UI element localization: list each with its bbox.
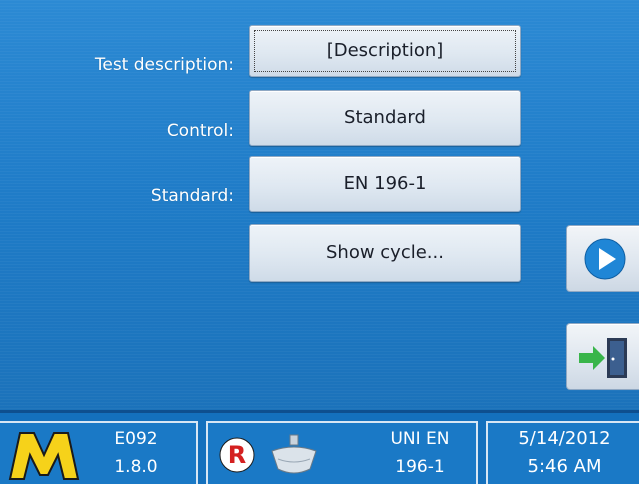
mode-badge: R [227, 441, 247, 469]
main-screen: Test description: [Description] Control:… [0, 0, 639, 484]
date-text: 5/14/2012 [518, 428, 611, 449]
control-button[interactable]: Standard [249, 90, 521, 146]
exit-button[interactable] [566, 323, 639, 390]
version-text: 1.8.0 [114, 457, 158, 477]
test-description-label: Test description: [94, 55, 234, 75]
standard-label: Standard: [150, 186, 234, 206]
device-info-panel: E092 1.8.0 [0, 421, 198, 484]
standard-line1-text: UNI EN [390, 429, 450, 449]
show-cycle-button[interactable]: Show cycle... [249, 224, 521, 282]
play-icon [584, 238, 626, 280]
m-logo-icon [8, 432, 80, 480]
start-button[interactable] [566, 225, 639, 292]
model-text: E092 [114, 429, 158, 449]
standard-button[interactable]: EN 196-1 [249, 156, 521, 212]
status-bar: E092 1.8.0 R UNI EN 196-1 5/14/2012 5:46… [0, 410, 639, 484]
mixer-bowl-icon [271, 434, 317, 474]
standard-info-panel: R UNI EN 196-1 [206, 421, 478, 484]
exit-door-icon [579, 338, 627, 378]
test-description-button[interactable]: [Description] [249, 25, 521, 77]
datetime-panel: 5/14/2012 5:46 AM [486, 421, 639, 484]
time-text: 5:46 AM [527, 456, 602, 477]
standard-line2-text: 196-1 [395, 457, 445, 477]
control-label: Control: [166, 121, 234, 141]
